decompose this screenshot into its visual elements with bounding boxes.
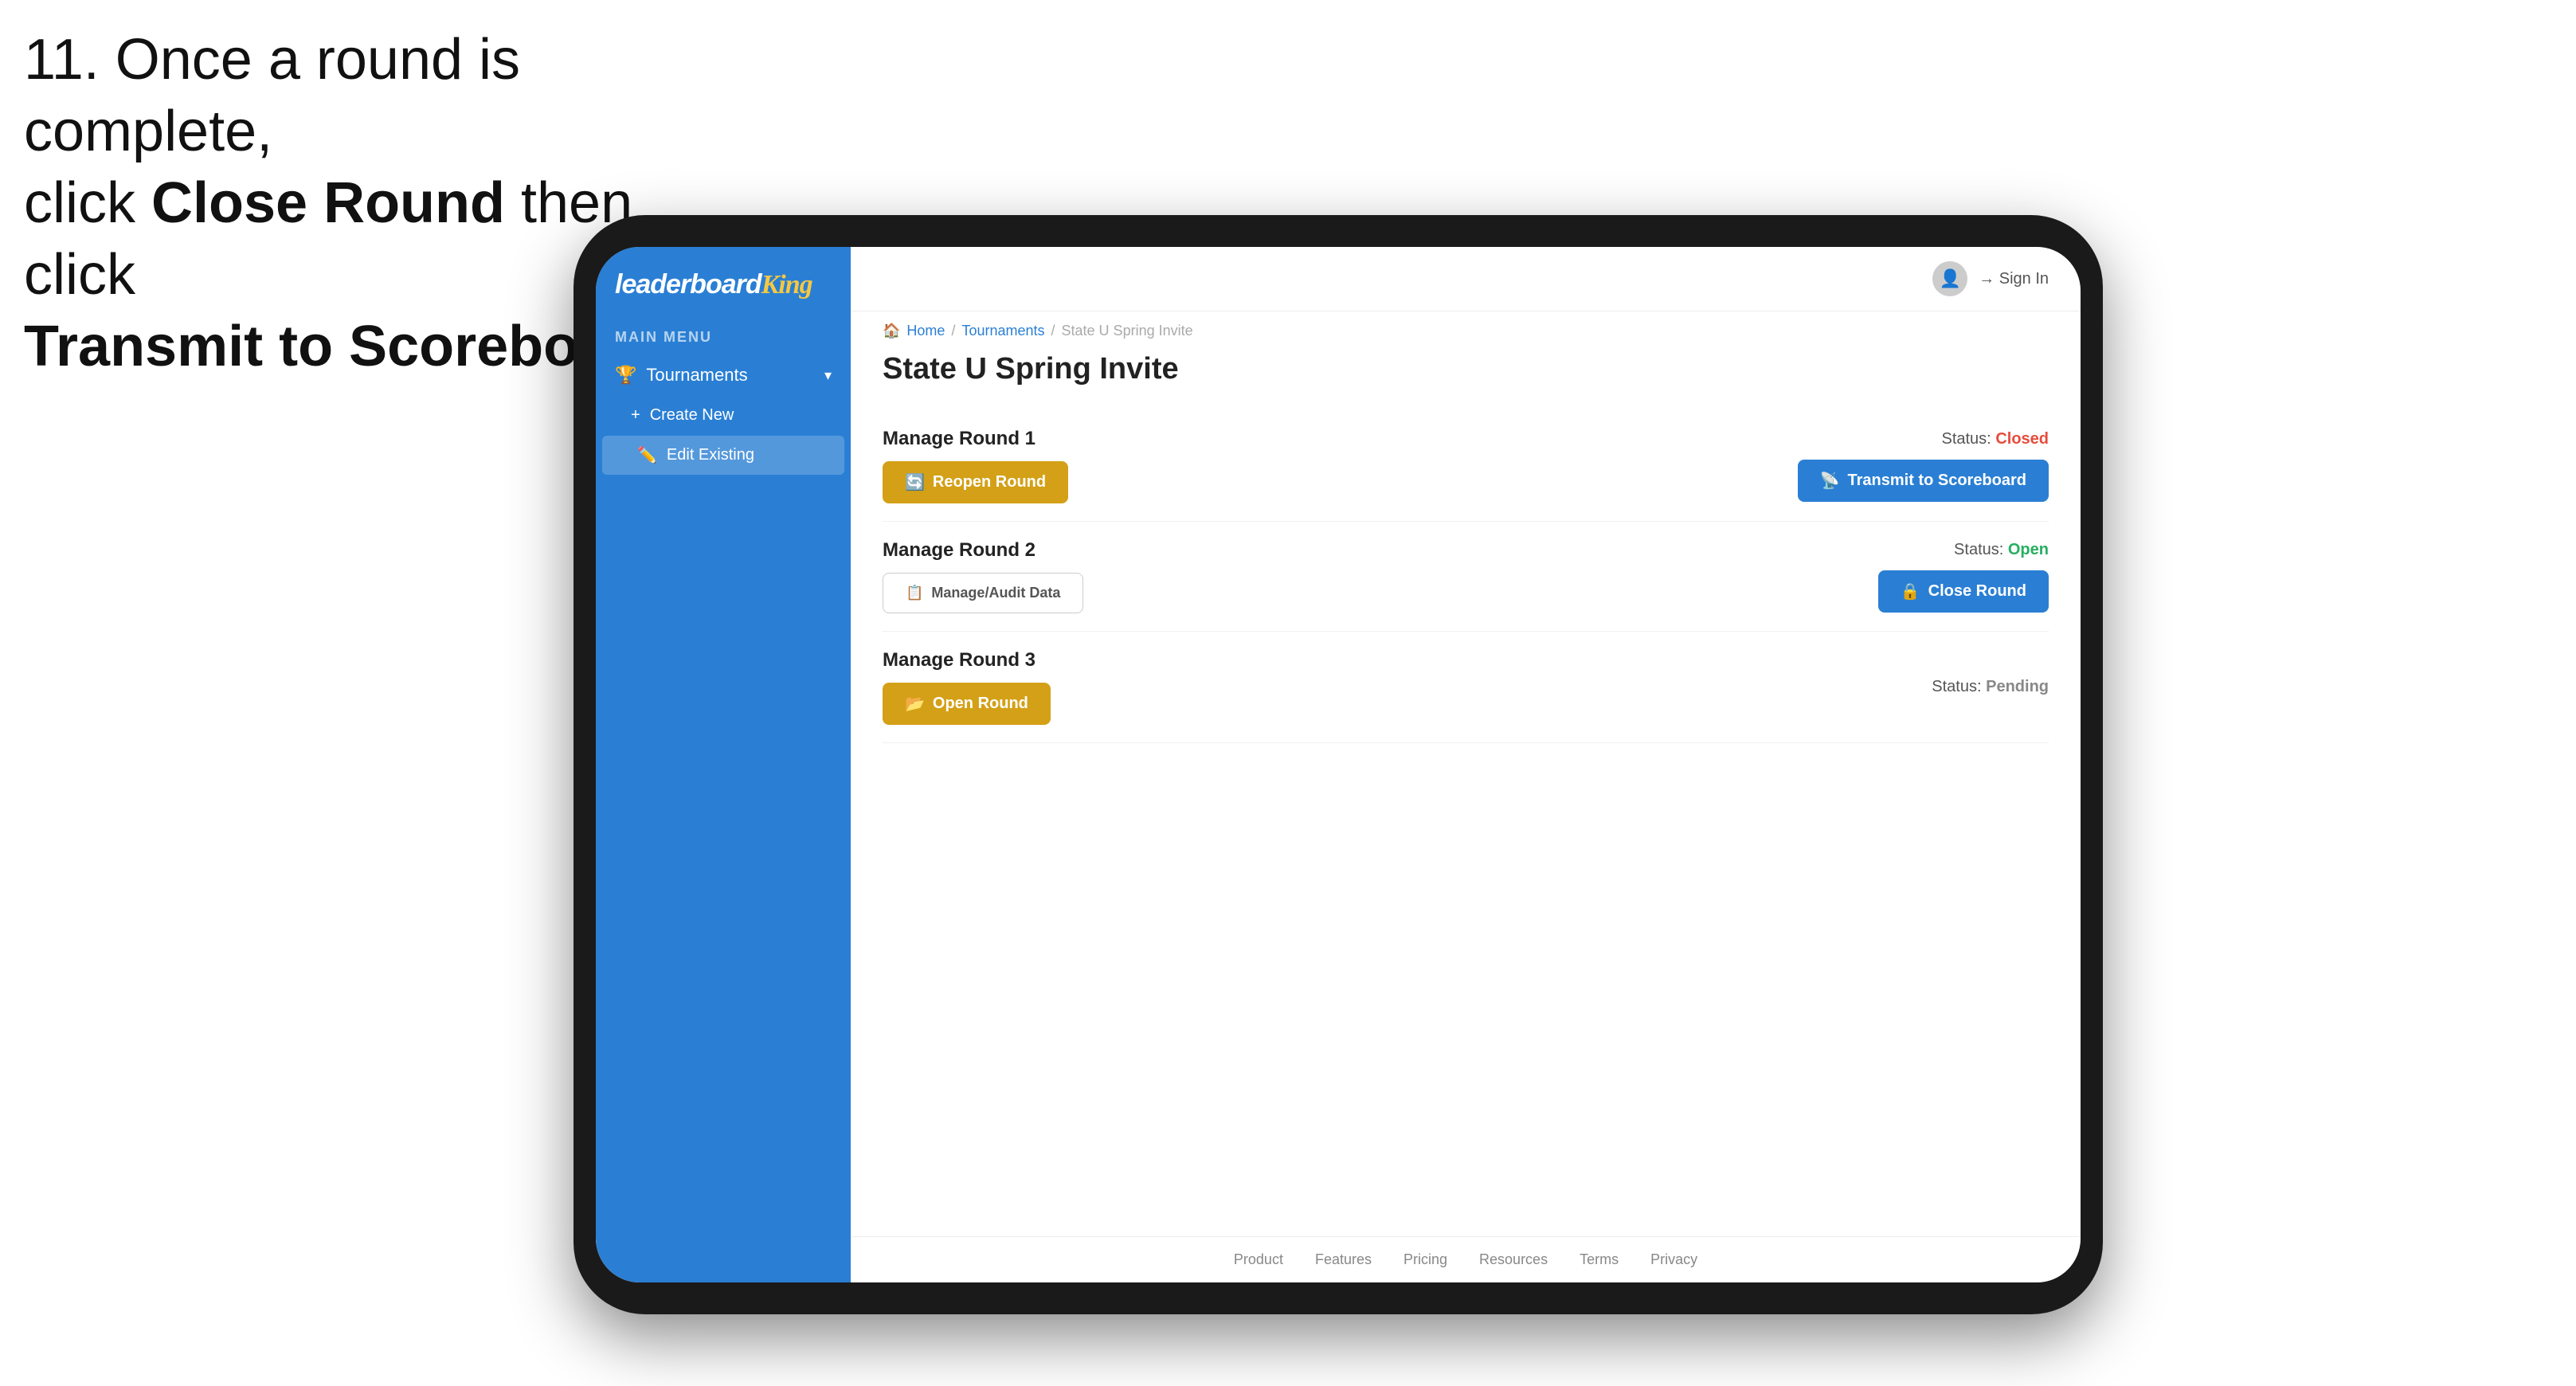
- sidebar: leaderboardKing MAIN MENU 🏆 Tournaments …: [596, 247, 851, 1282]
- transmit-to-scoreboard-button[interactable]: 📡 Transmit to Scoreboard: [1798, 460, 2049, 502]
- round-1-title: Manage Round 1: [883, 428, 1068, 450]
- edit-existing-label: Edit Existing: [667, 446, 754, 464]
- round-3-status-value: Pending: [1986, 678, 2049, 695]
- breadcrumb-sep2: /: [1051, 323, 1055, 339]
- transmit-label: Transmit to Scoreboard: [1848, 472, 2027, 490]
- sidebar-item-edit-existing[interactable]: ✏️ Edit Existing: [602, 436, 844, 475]
- main-content: 👤 → Sign In 🏠 Home / Tournaments / State…: [851, 247, 2081, 1282]
- round-2-left: Manage Round 2 📋 Manage/Audit Data: [883, 539, 1083, 613]
- tablet-shell: leaderboardKing MAIN MENU 🏆 Tournaments …: [574, 215, 2103, 1314]
- manage-audit-label: Manage/Audit Data: [931, 585, 1060, 601]
- logo-accent: King: [761, 270, 812, 300]
- instruction-bold1: Close Round: [151, 171, 505, 235]
- tablet-screen: leaderboardKing MAIN MENU 🏆 Tournaments …: [596, 247, 2081, 1282]
- home-icon: 🏠: [883, 323, 900, 339]
- create-new-label: Create New: [650, 406, 734, 425]
- round-1-status: Status: Closed: [1941, 430, 2049, 448]
- page-content: State U Spring Invite Manage Round 1 🔄 R…: [851, 344, 2081, 1236]
- close-round-label: Close Round: [1928, 582, 2026, 601]
- manage-audit-data-button[interactable]: 📋 Manage/Audit Data: [883, 573, 1083, 613]
- round-3-left: Manage Round 3 📂 Open Round: [883, 649, 1051, 725]
- tournaments-nav-label: Tournaments: [646, 365, 747, 386]
- footer-pricing[interactable]: Pricing: [1403, 1251, 1447, 1268]
- round-3-title: Manage Round 3: [883, 649, 1051, 671]
- reopen-round-label: Reopen Round: [933, 473, 1046, 491]
- round-1-status-value: Closed: [1995, 430, 2049, 448]
- close-round-button[interactable]: 🔒 Close Round: [1878, 570, 2049, 613]
- round-2-right: Status: Open 🔒 Close Round: [1878, 541, 2049, 613]
- round-2-status-value: Open: [2008, 541, 2049, 558]
- round-row-2: Manage Round 2 📋 Manage/Audit Data Statu…: [883, 522, 2049, 632]
- footer: Product Features Pricing Resources Terms…: [851, 1236, 2081, 1282]
- round-2-status: Status: Open: [1954, 541, 2049, 559]
- trophy-icon: 🏆: [615, 365, 636, 386]
- manage-icon: 📋: [906, 585, 923, 601]
- instruction-line2: click: [24, 171, 151, 235]
- footer-product[interactable]: Product: [1234, 1251, 1283, 1268]
- footer-resources[interactable]: Resources: [1479, 1251, 1548, 1268]
- footer-features[interactable]: Features: [1315, 1251, 1372, 1268]
- round-3-status: Status: Pending: [1932, 678, 2049, 696]
- round-1-right: Status: Closed 📡 Transmit to Scoreboard: [1798, 430, 2049, 502]
- open-icon: 📂: [905, 694, 925, 714]
- lock-icon: 🔒: [1901, 581, 1920, 601]
- sign-in-area[interactable]: 👤 → Sign In: [1932, 261, 2049, 296]
- open-round-button[interactable]: 📂 Open Round: [883, 683, 1051, 725]
- breadcrumb-current: State U Spring Invite: [1062, 323, 1193, 339]
- top-bar: 👤 → Sign In: [851, 247, 2081, 311]
- round-row-3: Manage Round 3 📂 Open Round Status: Pend…: [883, 632, 2049, 743]
- logo-area: leaderboardKing: [596, 247, 851, 316]
- reopen-icon: 🔄: [905, 472, 925, 492]
- edit-icon: ✏️: [637, 445, 657, 465]
- sidebar-item-tournaments[interactable]: 🏆 Tournaments ▾: [596, 354, 851, 397]
- breadcrumb-tournaments[interactable]: Tournaments: [961, 323, 1044, 339]
- round-3-right: Status: Pending: [1932, 678, 2049, 696]
- round-2-title: Manage Round 2: [883, 539, 1083, 562]
- plus-icon: +: [631, 406, 640, 425]
- breadcrumb-home[interactable]: Home: [906, 323, 945, 339]
- footer-privacy[interactable]: Privacy: [1650, 1251, 1697, 1268]
- breadcrumb-sep1: /: [951, 323, 955, 339]
- avatar: 👤: [1932, 261, 1967, 296]
- footer-terms[interactable]: Terms: [1580, 1251, 1619, 1268]
- main-menu-label: MAIN MENU: [596, 316, 851, 354]
- transmit-icon: 📡: [1820, 471, 1840, 491]
- round-row-1: Manage Round 1 🔄 Reopen Round Status: Cl…: [883, 410, 2049, 522]
- sign-in-label[interactable]: → Sign In: [1979, 270, 2049, 288]
- breadcrumb: 🏠 Home / Tournaments / State U Spring In…: [851, 311, 2081, 344]
- reopen-round-button[interactable]: 🔄 Reopen Round: [883, 461, 1068, 503]
- round-1-left: Manage Round 1 🔄 Reopen Round: [883, 428, 1068, 503]
- chevron-down-icon: ▾: [824, 367, 832, 384]
- open-round-label: Open Round: [933, 695, 1028, 713]
- logo: leaderboardKing: [615, 269, 832, 300]
- instruction-line1: 11. Once a round is complete,: [24, 28, 520, 163]
- nav-item-left: 🏆 Tournaments: [615, 365, 748, 386]
- app-layout: leaderboardKing MAIN MENU 🏆 Tournaments …: [596, 247, 2081, 1282]
- sidebar-item-create-new[interactable]: + Create New: [596, 397, 851, 434]
- page-title: State U Spring Invite: [883, 352, 2049, 386]
